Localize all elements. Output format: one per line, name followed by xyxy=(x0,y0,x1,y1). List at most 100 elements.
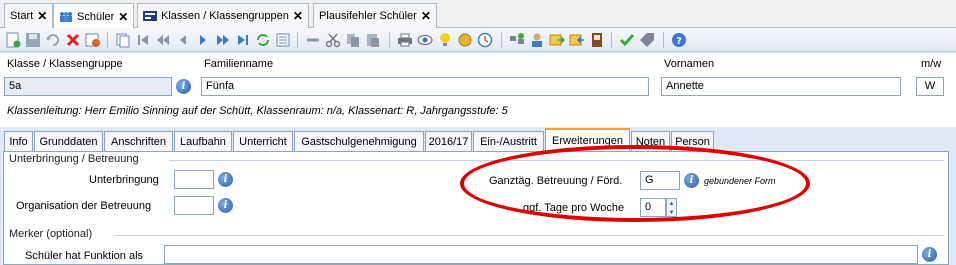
info-icon[interactable]: i xyxy=(218,172,233,187)
export-icon[interactable] xyxy=(549,32,565,48)
hint-bulb-icon[interactable] xyxy=(437,32,453,48)
tab-person[interactable]: Person xyxy=(671,131,714,151)
vornamen-field[interactable]: Annette xyxy=(661,77,901,96)
tab-grunddaten[interactable]: Grunddaten xyxy=(34,131,103,151)
doc-tab-label: Plausifehler Schüler xyxy=(319,10,417,22)
clock-icon[interactable] xyxy=(477,32,493,48)
coin-icon[interactable] xyxy=(457,32,473,48)
student-header: Klasse / Klassengruppe 5a i Familienname… xyxy=(0,53,956,127)
tab-schuljahr[interactable]: 2016/17 xyxy=(425,131,472,151)
klasse-field[interactable]: 5a xyxy=(4,77,172,96)
tab-gastschulgenehmigung[interactable]: Gastschulgenehmigung xyxy=(294,131,424,151)
book-icon[interactable] xyxy=(589,32,605,48)
close-icon[interactable]: ✕ xyxy=(421,9,431,23)
doc-tab-label: Start xyxy=(10,10,34,22)
spin-down-icon[interactable]: ▼ xyxy=(667,208,676,217)
spin-up-icon[interactable]: ▲ xyxy=(667,199,676,208)
info-icon[interactable]: i xyxy=(922,247,937,262)
tage-label: ggf. Tage pro Woche xyxy=(523,202,625,214)
undo-icon[interactable] xyxy=(45,32,61,48)
tage-spinner[interactable]: ▲ ▼ xyxy=(666,198,677,217)
klassenleitung-info: Klassenleitung: Herr Emilio Sinning auf … xyxy=(7,105,508,117)
doc-tab-label: Schüler xyxy=(77,10,115,23)
save-icon[interactable] xyxy=(25,32,41,48)
tab-noten[interactable]: Noten xyxy=(631,131,670,151)
mw-label: m/w xyxy=(921,58,942,70)
toolbar-separator xyxy=(297,32,298,48)
import-icon[interactable] xyxy=(569,32,585,48)
list-icon[interactable] xyxy=(275,32,291,48)
arrow-left-icon[interactable] xyxy=(305,32,321,48)
toolbar-separator xyxy=(663,32,664,48)
toolbar-separator xyxy=(389,32,390,48)
tag-icon[interactable] xyxy=(639,32,655,48)
klasse-label: Klasse / Klassengruppe xyxy=(7,58,123,70)
classes-icon xyxy=(143,11,157,21)
unterbringung-label: Unterbringung xyxy=(89,174,159,186)
tab-anschriften[interactable]: Anschriften xyxy=(104,131,173,151)
section-divider xyxy=(169,160,944,161)
copy-icon[interactable] xyxy=(345,32,361,48)
close-icon[interactable]: ✕ xyxy=(118,10,128,24)
ganztag-field[interactable]: G xyxy=(640,171,680,190)
funktion-field[interactable] xyxy=(164,245,918,264)
tab-ein-austritt[interactable]: Ein-/Austritt xyxy=(473,131,544,151)
doc-tab-klassen[interactable]: Klassen / Klassengruppen ✕ xyxy=(137,3,309,28)
help-icon[interactable]: ? xyxy=(671,32,687,48)
info-icon[interactable]: i xyxy=(684,173,699,188)
refresh-icon[interactable] xyxy=(255,32,271,48)
next-page-icon[interactable] xyxy=(215,32,231,48)
prev-record-icon[interactable] xyxy=(175,32,191,48)
ganztag-label: Ganztäg. Betreuung / Förd. xyxy=(489,175,623,187)
prev-page-icon[interactable] xyxy=(155,32,171,48)
familienname-field[interactable]: Fünfa xyxy=(201,77,649,96)
funktion-label: Schüler hat Funktion als xyxy=(25,250,144,262)
gender-field[interactable]: W xyxy=(916,77,944,96)
close-icon[interactable]: ✕ xyxy=(293,9,303,23)
doc-tab-plausifehler[interactable]: Plausifehler Schüler ✕ xyxy=(313,3,437,28)
doc-tab-start[interactable]: Start ✕ xyxy=(4,3,54,28)
section-divider xyxy=(114,235,944,236)
doc-tab-label: Klassen / Klassengruppen xyxy=(161,10,289,22)
merker-section-title: Merker (optional) xyxy=(9,228,93,240)
preview-icon[interactable] xyxy=(417,32,433,48)
toolbar-separator xyxy=(107,32,108,48)
organisation-field[interactable] xyxy=(174,196,214,215)
next-record-icon[interactable] xyxy=(195,32,211,48)
check-icon[interactable] xyxy=(619,32,635,48)
detail-tab-bar: Info Grunddaten Anschriften Laufbahn Unt… xyxy=(0,128,956,151)
paste-icon[interactable] xyxy=(365,32,381,48)
network-icon[interactable] xyxy=(509,32,525,48)
first-record-icon[interactable] xyxy=(135,32,151,48)
tab-erweiterungen[interactable]: Erweiterungen xyxy=(545,128,630,151)
doc-tab-schueler[interactable]: Schüler ✕ xyxy=(53,3,135,29)
toolbar-separator xyxy=(501,32,502,48)
organisation-label: Organisation der Betreuung xyxy=(16,200,152,212)
toolbar: ? xyxy=(0,28,956,52)
print-icon[interactable] xyxy=(397,32,413,48)
new-record-icon[interactable] xyxy=(5,32,21,48)
vornamen-label: Vornamen xyxy=(664,58,715,70)
close-icon[interactable]: ✕ xyxy=(37,9,47,23)
tage-field[interactable]: 0 xyxy=(640,198,666,217)
toolbar-separator xyxy=(611,32,612,48)
delete-icon[interactable] xyxy=(65,32,81,48)
info-icon[interactable]: i xyxy=(218,198,233,213)
tab-info[interactable]: Info xyxy=(4,131,33,151)
ganztag-hint: gebundener Form xyxy=(704,176,776,186)
unterbringung-section-title: Unterbringung / Betreuung xyxy=(9,153,139,165)
document-tab-bar: Start ✕ Schüler ✕ Klassen / Klassengrupp… xyxy=(0,0,956,29)
cancel-record-icon[interactable] xyxy=(85,32,101,48)
cut-icon[interactable] xyxy=(325,32,341,48)
familienname-label: Familienname xyxy=(204,58,274,70)
erweiterungen-panel: Unterbringung / Betreuung Unterbringung … xyxy=(3,151,949,265)
unterbringung-field[interactable] xyxy=(174,170,214,189)
tab-unterricht[interactable]: Unterricht xyxy=(233,131,293,151)
last-record-icon[interactable] xyxy=(235,32,251,48)
copy-record-icon[interactable] xyxy=(115,32,131,48)
tab-laufbahn[interactable]: Laufbahn xyxy=(174,131,232,151)
students-icon xyxy=(60,11,72,22)
user-icon[interactable] xyxy=(529,32,545,48)
info-icon[interactable]: i xyxy=(176,79,191,94)
svg-text:?: ? xyxy=(676,36,682,47)
